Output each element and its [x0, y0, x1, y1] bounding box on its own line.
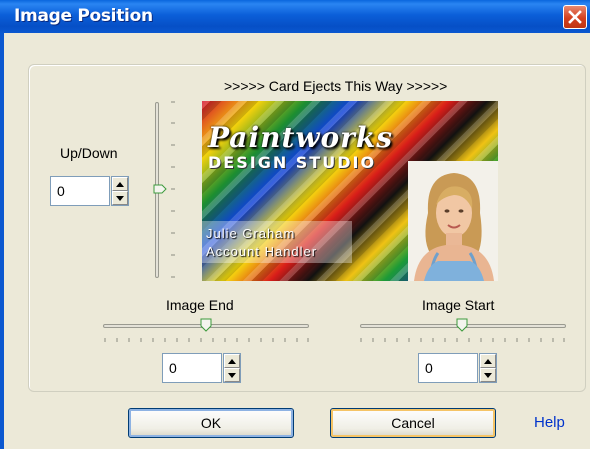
- cancel-button[interactable]: Cancel: [330, 408, 496, 438]
- image-start-label: Image Start: [422, 297, 495, 313]
- image-start-spin-buttons: [479, 353, 497, 383]
- window-border: [0, 33, 4, 449]
- image-end-input[interactable]: 0: [162, 353, 222, 383]
- up-down-input[interactable]: 0: [50, 176, 110, 206]
- image-start-input[interactable]: 0: [418, 353, 478, 383]
- image-end-decrement-button[interactable]: [224, 368, 240, 382]
- up-down-decrement-button[interactable]: [112, 191, 128, 205]
- card-photo: [408, 161, 498, 281]
- image-start-slider-thumb[interactable]: [456, 318, 468, 332]
- card-brand-subtitle: DESIGN STUDIO: [208, 153, 377, 172]
- image-start-increment-button[interactable]: [480, 354, 496, 368]
- card-preview: Paintworks DESIGN STUDIO Julie Graham Ac…: [202, 101, 498, 281]
- up-down-slider-ticks: [171, 101, 175, 278]
- card-brand-name: Paintworks: [208, 121, 394, 154]
- up-down-slider-thumb[interactable]: [153, 184, 167, 194]
- ok-button[interactable]: OK: [128, 408, 294, 438]
- image-end-increment-button[interactable]: [224, 354, 240, 368]
- card-holder-name: Julie Graham: [206, 226, 296, 241]
- help-link[interactable]: Help: [534, 414, 565, 431]
- title-bar[interactable]: Image Position: [0, 0, 590, 33]
- eject-direction-label: >>>>> Card Ejects This Way >>>>>: [224, 78, 448, 94]
- image-end-spin-buttons: [223, 353, 241, 383]
- dialog-title: Image Position: [14, 6, 153, 26]
- image-start-decrement-button[interactable]: [480, 368, 496, 382]
- up-down-label: Up/Down: [60, 145, 118, 161]
- image-position-dialog: Image Position >>>>> Card Ejects This Wa…: [0, 0, 590, 449]
- card-holder-title: Account Handler: [206, 244, 318, 259]
- up-down-spin-buttons: [111, 176, 129, 206]
- image-end-label: Image End: [166, 297, 234, 313]
- image-start-slider-ticks: [360, 338, 565, 342]
- close-button[interactable]: [563, 5, 587, 29]
- close-icon: [568, 10, 582, 24]
- image-end-slider-thumb[interactable]: [200, 318, 212, 332]
- up-down-increment-button[interactable]: [112, 177, 128, 191]
- image-end-slider-ticks: [104, 338, 309, 342]
